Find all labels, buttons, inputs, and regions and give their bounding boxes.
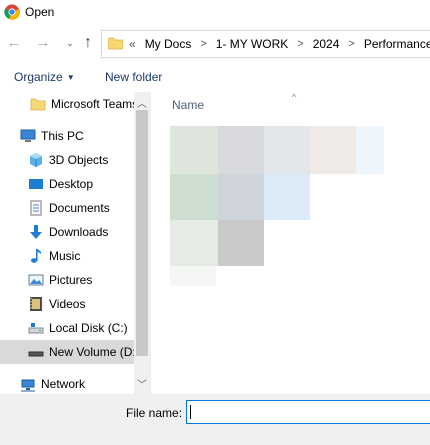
sidebar-item-videos[interactable]: Videos [0,292,135,316]
sidebar-scrollbar[interactable]: ︿ ﹀ [134,92,150,394]
sidebar-item-label: 3D Objects [49,153,109,167]
file-thumbnail[interactable] [310,126,356,174]
file-thumbnail[interactable] [170,266,216,286]
chrome-icon [4,4,20,20]
blurred-file-thumbnails [170,126,384,286]
file-thumbnail[interactable] [170,126,218,174]
folder-icon [30,96,46,112]
network-icon [20,376,36,392]
sidebar-item-label: Desktop [49,177,94,191]
new-folder-button[interactable]: New folder [105,70,162,84]
arrow-right-icon[interactable]: → [33,33,53,53]
file-list: ^ Name [152,92,430,394]
file-thumbnail[interactable] [218,174,264,220]
sidebar-item-downloads[interactable]: Downloads [0,220,135,244]
sidebar-item-label: Pictures [49,273,93,287]
organize-button[interactable]: Organize ▼ [14,70,75,84]
sidebar-item-label: Documents [49,201,110,215]
sidebar-item-label: Downloads [49,225,109,239]
breadcrumb-separator[interactable]: > [348,38,354,50]
scroll-down-icon[interactable]: ﹀ [134,376,150,391]
command-bar: Organize ▼ New folder [0,62,430,92]
documents-icon [28,200,44,216]
sidebar-item-microsoft-teams[interactable]: Microsoft Teams [0,92,135,116]
pictures-icon [28,272,44,288]
navigation-pane: Microsoft Teams This PC 3D Objects Deskt… [0,92,151,394]
breadcrumb-separator[interactable]: > [297,38,303,50]
breadcrumb-separator[interactable]: > [200,38,206,50]
breadcrumb-item[interactable]: My Docs [145,37,192,51]
file-thumbnail[interactable] [170,220,218,266]
sidebar-item-this-pc[interactable]: This PC [0,124,135,148]
sidebar-item-documents[interactable]: Documents [0,196,135,220]
desktop-icon [28,176,44,192]
file-name-row: File name: [0,394,430,445]
computer-icon [20,128,36,144]
drive-icon [28,344,44,360]
sidebar-item-3d-objects[interactable]: 3D Objects [0,148,135,172]
videos-icon [28,296,44,312]
download-icon [28,224,44,240]
arrow-left-icon[interactable]: ← [4,33,24,53]
title-bar: Open [0,0,430,26]
folder-icon [108,37,123,50]
scrollbar-thumb[interactable] [136,110,148,356]
breadcrumb-item[interactable]: 1- MY WORK [216,37,288,51]
file-thumbnail[interactable] [264,174,310,220]
caret-down-icon: ▼ [66,73,75,82]
window-title: Open [25,5,55,19]
organize-label: Organize [14,70,63,84]
sidebar-item-label: Videos [49,297,86,311]
sidebar-item-label: Music [49,249,81,263]
file-name-input[interactable] [186,400,430,424]
address-bar[interactable]: « My Docs > 1- MY WORK > 2024 > Performa… [101,30,430,58]
sidebar-item-pictures[interactable]: Pictures [0,268,135,292]
breadcrumb-overflow[interactable]: « [129,37,136,51]
chevron-down-icon[interactable]: ⌄ [60,33,80,53]
sidebar-item-label: New Volume (D:) [49,345,135,359]
sidebar-item-label: Network [41,377,86,391]
column-header-name[interactable]: Name [172,98,204,112]
sidebar-item-music[interactable]: Music [0,244,135,268]
breadcrumb: « My Docs > 1- MY WORK > 2024 > Performa… [129,37,430,51]
file-thumbnail[interactable] [264,126,310,174]
drive-icon [28,320,44,336]
navigation-bar: ← → ⌄ ↑ « My Docs > 1- MY WORK > 2024 > … [0,30,430,58]
sidebar-item-desktop[interactable]: Desktop [0,172,135,196]
file-name-label: File name: [126,406,183,420]
music-icon [28,248,44,264]
arrow-up-icon[interactable]: ↑ [78,33,98,53]
file-thumbnail[interactable] [218,126,264,174]
breadcrumb-item[interactable]: Performance [364,37,430,51]
sidebar-item-label: This PC [41,129,84,143]
scroll-up-icon[interactable]: ︿ [134,95,150,110]
file-thumbnail[interactable] [218,220,264,266]
file-thumbnail[interactable] [356,126,384,174]
file-thumbnail[interactable] [170,174,218,220]
sidebar-item-label: Microsoft Teams [51,97,135,111]
sidebar-item-local-disk-c[interactable]: Local Disk (C:) [0,316,135,340]
sort-ascending-icon[interactable]: ^ [292,92,296,102]
breadcrumb-item[interactable]: 2024 [313,37,340,51]
cube-icon [28,152,44,168]
sidebar-item-label: Local Disk (C:) [49,321,128,335]
sidebar-item-new-volume-d[interactable]: New Volume (D:) [0,340,135,364]
sidebar-item-network[interactable]: Network [0,372,135,396]
text-cursor [190,405,191,419]
